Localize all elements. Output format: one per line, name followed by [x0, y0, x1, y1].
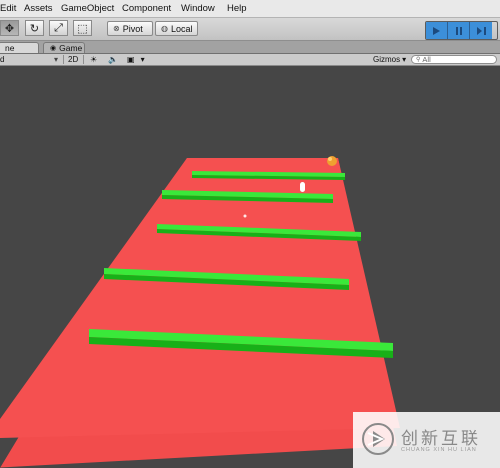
rect-tool-icon: ⬚	[77, 21, 88, 35]
local-toggle[interactable]: ◍ Local	[155, 21, 198, 36]
step-button[interactable]	[470, 22, 492, 39]
options-divider	[83, 55, 84, 64]
pivot-label: Pivot	[122, 23, 143, 34]
shading-mode-label: d	[0, 55, 5, 64]
menu-assets[interactable]: Assets	[24, 3, 53, 14]
rect-tool-button[interactable]: ⬚	[73, 20, 92, 36]
pivot-marker	[243, 214, 247, 218]
play-icon	[433, 26, 440, 35]
watermark-logo-icon	[362, 423, 394, 455]
pivot-icon: ⊗	[113, 24, 120, 33]
scene-render	[0, 156, 400, 468]
shading-mode-dropdown[interactable]: d	[0, 54, 4, 65]
image-icon: ▣	[127, 55, 135, 64]
scale-tool-button[interactable]: ⤢	[49, 20, 68, 36]
effects-dropdown[interactable]: ▣ ▾	[127, 54, 145, 65]
local-label: Local	[170, 23, 193, 34]
options-divider	[63, 55, 64, 64]
tab-game[interactable]: ◉ Game	[43, 42, 85, 53]
tab-scene-label: ne	[5, 43, 15, 53]
play-controls	[425, 21, 498, 40]
search-placeholder: All	[422, 55, 431, 64]
pause-button[interactable]	[448, 22, 470, 39]
globe-icon: ◍	[161, 24, 168, 33]
search-icon: ⚲	[416, 56, 421, 63]
speaker-icon: 🔈	[108, 55, 118, 64]
watermark-subtext: CHUANG XIN HU LIAN	[401, 447, 477, 453]
floor-plane-upper	[0, 158, 400, 438]
scale-tool-icon: ⤢	[54, 21, 63, 34]
audio-toggle[interactable]: 🔈	[108, 54, 118, 65]
play-button[interactable]	[426, 22, 448, 39]
pivot-toggle[interactable]: ⊗ Pivot	[107, 21, 153, 36]
main-toolbar: ✥ ↻ ⤢ ⬚ ⊗ Pivot ◍ Local	[0, 18, 500, 41]
render-mode-chevron-icon[interactable]: ▾	[54, 54, 58, 65]
menu-edit[interactable]: Edit	[0, 3, 16, 14]
watermark: 创新互联 CHUANG XIN HU LIAN	[353, 412, 500, 468]
scene-search-input[interactable]: ⚲ All	[411, 55, 497, 64]
rotate-tool-button[interactable]: ↻	[25, 20, 44, 36]
move-tool-icon: ✥	[4, 21, 15, 35]
watermark-text: 创新互联	[401, 429, 481, 449]
menu-help[interactable]: Help	[227, 3, 247, 14]
goal-sphere	[327, 156, 337, 166]
tab-game-label: Game	[59, 43, 83, 53]
2d-toggle-label: 2D	[68, 55, 79, 64]
menu-component[interactable]: Component	[122, 3, 171, 14]
menu-bar: Edit Assets GameObject Component Window …	[0, 0, 500, 18]
move-tool-button[interactable]: ✥	[0, 20, 19, 36]
rotate-tool-icon: ↻	[29, 21, 40, 35]
chevron-down-icon: ▾	[402, 55, 407, 64]
game-tab-icon: ◉	[50, 44, 57, 52]
chevron-down-icon: ▾	[140, 55, 145, 64]
menu-window[interactable]: Window	[181, 3, 215, 14]
tab-scene[interactable]: ne	[0, 42, 39, 53]
step-icon	[476, 26, 486, 35]
lighting-toggle[interactable]: ☀	[90, 54, 97, 65]
sun-icon: ☀	[90, 55, 98, 64]
player-capsule	[300, 182, 305, 192]
2d-toggle[interactable]: 2D	[68, 54, 78, 65]
scene-options-bar: d ▾ 2D ☀ 🔈 ▣ ▾ Gizmos ▾ ⚲ All	[0, 54, 500, 66]
view-tab-bar: ne ◉ Game	[0, 41, 500, 54]
scene-viewport[interactable]	[0, 66, 500, 468]
menu-gameobject[interactable]: GameObject	[61, 3, 114, 14]
gizmos-label: Gizmos	[373, 55, 401, 64]
pause-icon	[455, 26, 462, 35]
gizmos-dropdown[interactable]: Gizmos ▾	[373, 54, 406, 65]
